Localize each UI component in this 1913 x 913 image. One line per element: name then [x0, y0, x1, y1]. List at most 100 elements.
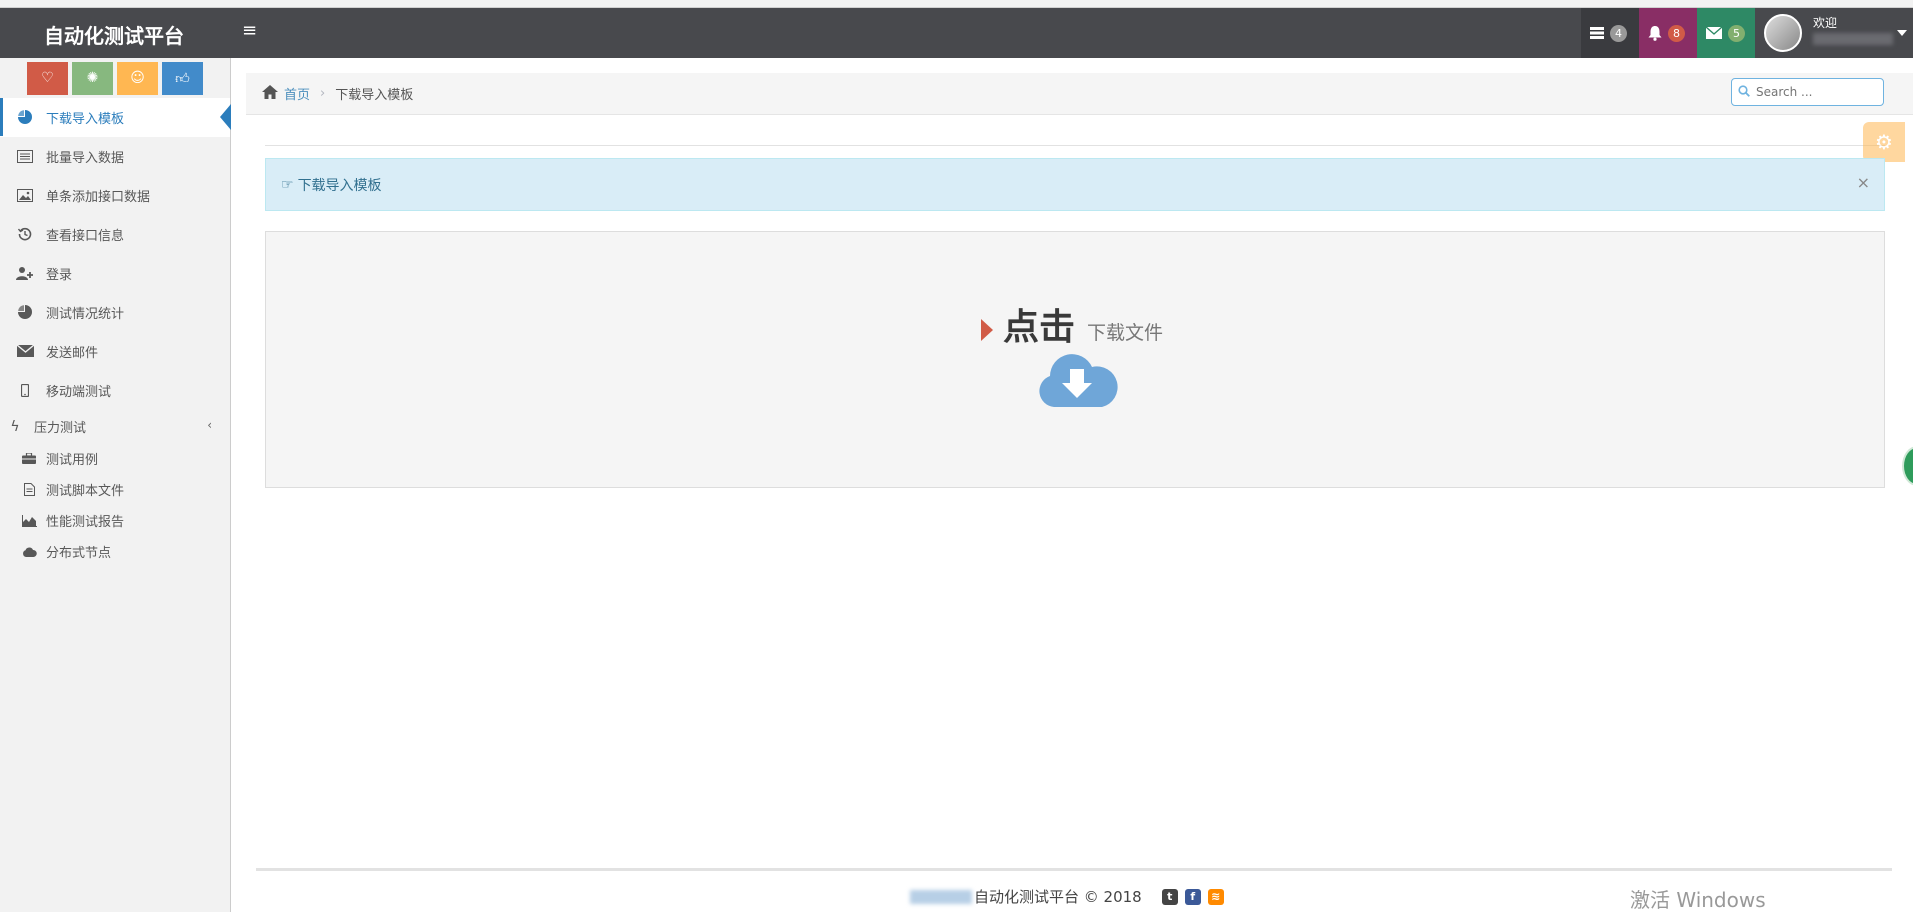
- shortcut-smile-button[interactable]: ☺: [117, 61, 158, 95]
- app-brand[interactable]: 自动化测试平台: [44, 20, 184, 49]
- sidebar-group-label: 压力测试: [34, 421, 87, 436]
- heart-icon: ♡: [41, 70, 54, 86]
- file-icon: [20, 482, 38, 498]
- user-plus-icon: [14, 265, 36, 281]
- breadcrumb-home-link[interactable]: 首页: [284, 84, 310, 103]
- sidebar-item-label: 下载导入模板: [46, 111, 125, 127]
- notifications-button[interactable]: 8: [1639, 8, 1697, 58]
- sidebar-item-label: 单条添加接口数据: [46, 189, 151, 205]
- messages-badge: 5: [1728, 24, 1745, 42]
- breadcrumb: 首页 › 下载导入模板: [246, 73, 1913, 115]
- sidebar-nav: 下载导入模板 批量导入数据 单条添加接口数据 查看接口信息 登录 测试情况统计 …: [0, 98, 231, 410]
- thumbs-up-icon: 👍︎: [175, 70, 190, 87]
- sidebar-subitem-label: 测试脚本文件: [46, 484, 125, 499]
- area-chart-icon: [20, 513, 38, 529]
- sidebar-subitem-label: 性能测试报告: [46, 515, 125, 530]
- search-icon: [1738, 84, 1750, 100]
- page-header-divider: [265, 145, 1885, 146]
- sidebar-subitem-label: 分布式节点: [46, 546, 112, 561]
- rss-icon[interactable]: ≋: [1207, 888, 1224, 905]
- tasks-badge: 4: [1610, 24, 1627, 42]
- sidebar-item-label: 移动端测试: [46, 384, 112, 400]
- tasks-icon: [1590, 27, 1604, 39]
- sidebar-subitem-label: 测试用例: [46, 453, 99, 468]
- cloud-download-icon[interactable]: [1036, 347, 1118, 409]
- sidebar-item-label: 登录: [46, 267, 73, 283]
- alert-text: 下载导入模板: [297, 177, 382, 194]
- settings-toggle-button[interactable]: ⚙: [1863, 122, 1905, 162]
- notifications-badge: 8: [1668, 24, 1685, 42]
- sidebar-item-label: 测试情况统计: [46, 306, 125, 322]
- chevron-left-icon: ‹: [207, 418, 212, 432]
- footer: 自动化测试平台 © 2018 t f ≋: [910, 886, 1224, 907]
- user-menu[interactable]: 欢迎: [1755, 8, 1913, 58]
- envelope-icon: [1706, 27, 1722, 39]
- messages-button[interactable]: 5: [1697, 8, 1755, 58]
- avatar: [1764, 14, 1802, 52]
- gear-icon: ⚙: [1875, 130, 1893, 154]
- browser-top-strip: [0, 0, 1913, 8]
- stress-test-submenu: 测试用例 测试脚本文件 性能测试报告 分布式节点: [0, 443, 230, 567]
- shortcut-thumbs-up-button[interactable]: 👍︎: [162, 61, 203, 95]
- sidebar-item-test-stats[interactable]: 测试情况统计: [0, 293, 230, 332]
- home-icon: [262, 84, 278, 103]
- list-icon: [14, 148, 36, 164]
- sidebar-subitem-test-cases[interactable]: 测试用例: [0, 443, 230, 474]
- hand-pointer-icon: ☞: [281, 176, 294, 193]
- sidebar-subitem-perf-report[interactable]: 性能测试报告: [0, 505, 230, 536]
- briefcase-icon: [20, 451, 38, 467]
- tasks-button[interactable]: 4: [1581, 8, 1639, 58]
- welcome-label: 欢迎: [1813, 16, 1838, 30]
- sidebar-item-batch-import[interactable]: 批量导入数据: [0, 137, 230, 176]
- pie-chart-icon: [14, 109, 36, 125]
- history-icon: [14, 226, 36, 242]
- download-file-text: 下载文件: [1087, 322, 1164, 344]
- shortcut-heart-button[interactable]: ♡: [27, 61, 68, 95]
- sidebar: ♡ ✺ ☺ 👍︎ 下载导入模板 批量导入数据 单条添加接口数据 查看接口信息 登…: [0, 58, 231, 912]
- menu-toggle-icon[interactable]: ≡: [242, 20, 257, 41]
- caret-right-icon: [981, 319, 993, 341]
- breadcrumb-current: 下载导入模板: [335, 88, 414, 103]
- sidebar-item-download-template[interactable]: 下载导入模板: [0, 98, 231, 137]
- cloud-icon: [20, 544, 38, 560]
- search-input[interactable]: [1756, 85, 1876, 99]
- caret-down-icon: [1897, 30, 1907, 36]
- mobile-icon: [14, 382, 36, 398]
- info-alert: ☞ 下载导入模板 ×: [265, 158, 1885, 211]
- sidebar-item-view-interface[interactable]: 查看接口信息: [0, 215, 230, 254]
- sidebar-item-login[interactable]: 登录: [0, 254, 230, 293]
- twitter-icon[interactable]: t: [1161, 888, 1178, 905]
- footer-text: 自动化测试平台 © 2018: [974, 888, 1142, 906]
- download-click-text[interactable]: 点击: [1003, 298, 1075, 350]
- sidebar-item-label: 发送邮件: [46, 345, 99, 361]
- sidebar-item-add-single[interactable]: 单条添加接口数据: [0, 176, 230, 215]
- top-navbar: 自动化测试平台 ≡ 4 8 5 欢迎: [0, 8, 1913, 58]
- envelope-icon: [14, 343, 36, 359]
- sidebar-item-mobile-test[interactable]: 移动端测试: [0, 371, 230, 410]
- close-icon[interactable]: ×: [1857, 173, 1870, 192]
- windows-watermark: 激活 Windows: [1630, 888, 1766, 912]
- sidebar-subitem-distributed-nodes[interactable]: 分布式节点: [0, 536, 230, 567]
- sidebar-group-stress-test[interactable]: ϟ 压力测试 ‹: [0, 410, 230, 443]
- floating-green-widget[interactable]: [1902, 446, 1913, 486]
- sidebar-item-label: 批量导入数据: [46, 150, 125, 166]
- download-heading: 点击 下载文件: [981, 298, 1163, 350]
- pie-chart-icon: [14, 304, 36, 320]
- bell-icon: [1648, 25, 1662, 41]
- nav-search: [1731, 78, 1884, 106]
- picture-icon: [14, 187, 36, 203]
- facebook-icon[interactable]: f: [1184, 888, 1201, 905]
- navbar-right: 4 8 5 欢迎: [1581, 8, 1913, 58]
- sidebar-item-label: 查看接口信息: [46, 228, 125, 244]
- sidebar-shortcuts: ♡ ✺ ☺ 👍︎: [0, 58, 230, 98]
- sidebar-subitem-test-scripts[interactable]: 测试脚本文件: [0, 474, 230, 505]
- shortcut-spinner-button[interactable]: ✺: [72, 61, 113, 95]
- sidebar-item-send-mail[interactable]: 发送邮件: [0, 332, 230, 371]
- download-panel: 点击 下载文件: [265, 231, 1885, 488]
- bolt-icon: ϟ: [10, 418, 20, 435]
- footer-divider: [256, 868, 1892, 871]
- breadcrumb-separator-icon: ›: [320, 86, 326, 101]
- smile-icon: ☺: [130, 70, 145, 86]
- username-blurred: [1813, 33, 1893, 45]
- footer-blurred-text: [910, 889, 972, 904]
